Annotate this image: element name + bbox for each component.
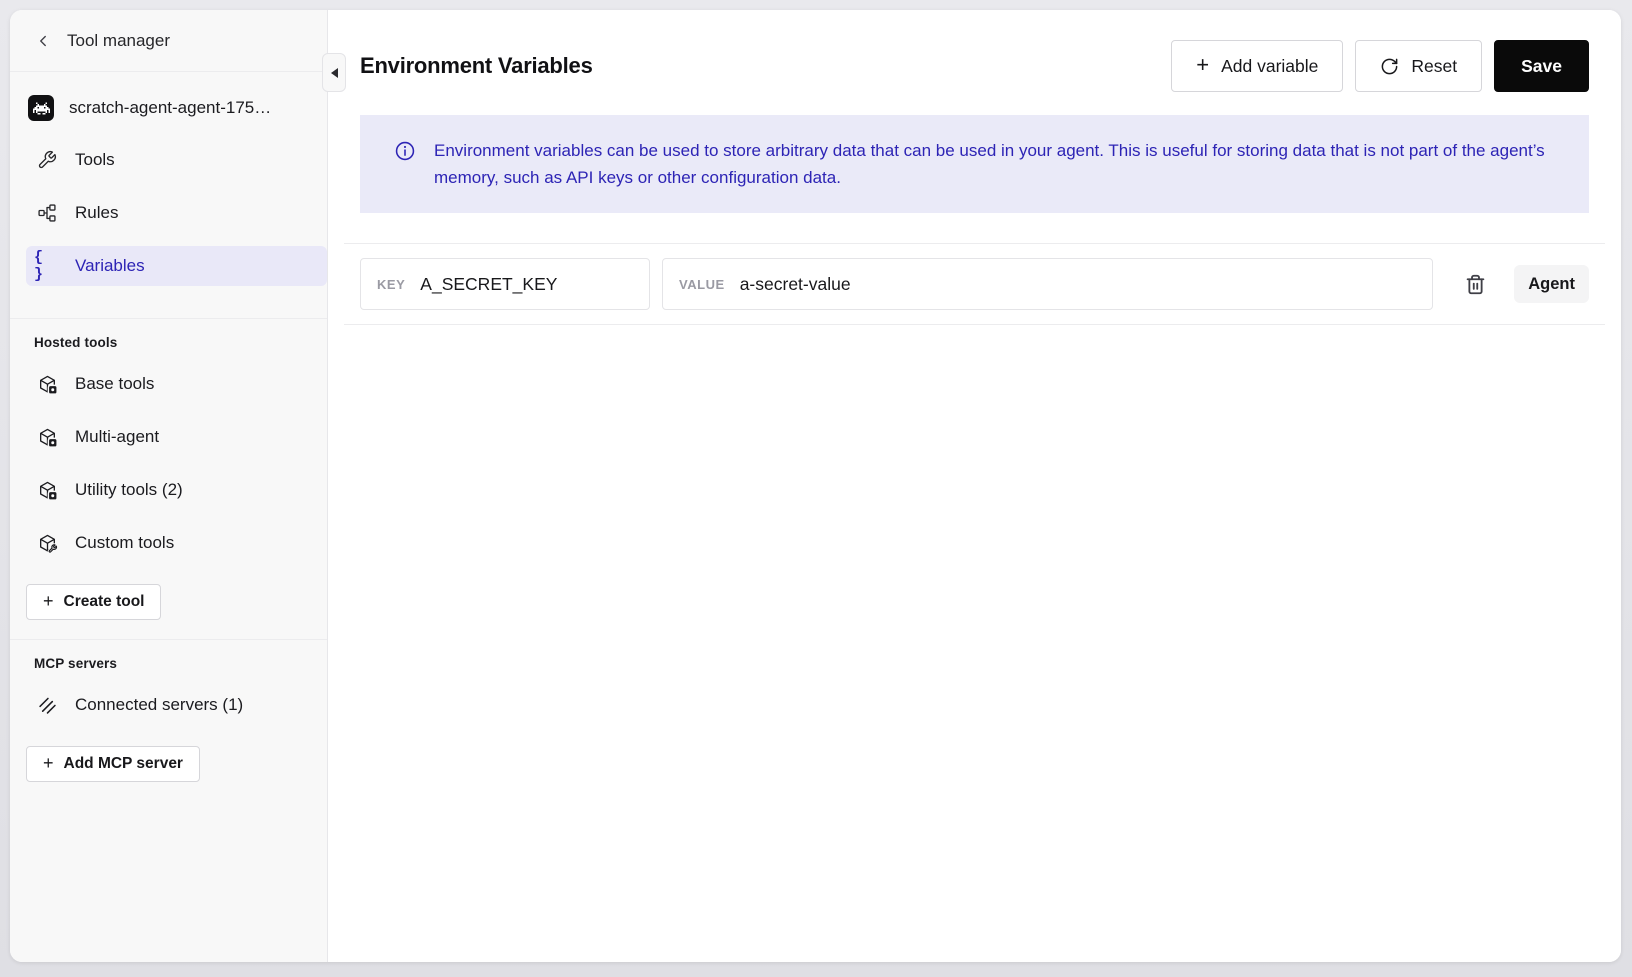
add-variable-button[interactable]: + Add variable xyxy=(1171,40,1343,92)
reset-label: Reset xyxy=(1411,56,1457,77)
main-panel: Environment Variables + Add variable Res… xyxy=(328,10,1621,962)
mcp-servers-title: MCP servers xyxy=(34,656,327,671)
create-tool-label: Create tool xyxy=(64,593,145,611)
scope-badge: Agent xyxy=(1514,265,1589,303)
sidebar-item-base-tools[interactable]: Base tools xyxy=(26,364,327,404)
agent-name: scratch-agent-agent-175… xyxy=(69,98,271,118)
sidebar-item-connected-servers[interactable]: Connected servers (1) xyxy=(26,685,327,725)
sidebar-header[interactable]: Tool manager xyxy=(10,10,327,72)
wrench-icon xyxy=(34,150,60,170)
cube-badge-icon xyxy=(34,480,60,501)
info-banner-text: Environment variables can be used to sto… xyxy=(434,137,1555,191)
mcp-icon xyxy=(34,695,60,716)
nav-label: Variables xyxy=(75,256,145,276)
plus-icon: + xyxy=(1196,54,1209,76)
plus-icon: + xyxy=(43,754,54,772)
pixel-robot-icon xyxy=(33,102,50,115)
sidebar-item-agent[interactable]: scratch-agent-agent-175… xyxy=(26,86,327,130)
add-mcp-server-label: Add MCP server xyxy=(64,755,183,773)
nav-label: Connected servers (1) xyxy=(75,695,243,715)
cube-badge-icon xyxy=(34,374,60,395)
sidebar: Tool manager scratch-agent-agent-175… To… xyxy=(10,10,328,962)
braces-icon: { } xyxy=(34,249,60,283)
save-button[interactable]: Save xyxy=(1494,40,1589,92)
mcp-servers-section: MCP servers Connected servers (1) + Add … xyxy=(10,639,327,782)
variable-value-input[interactable] xyxy=(740,274,1417,295)
variable-key-field[interactable]: KEY xyxy=(360,258,650,310)
collapse-arrow-icon xyxy=(331,68,338,78)
key-label: KEY xyxy=(377,277,405,292)
create-tool-button[interactable]: + Create tool xyxy=(26,584,161,620)
delete-variable-button[interactable] xyxy=(1465,274,1486,295)
nav-label: Tools xyxy=(75,150,115,170)
rules-flow-icon xyxy=(34,203,60,223)
reset-button[interactable]: Reset xyxy=(1355,40,1482,92)
info-banner: Environment variables can be used to sto… xyxy=(360,115,1589,213)
add-mcp-server-button[interactable]: + Add MCP server xyxy=(26,746,200,782)
page-title: Environment Variables xyxy=(360,53,593,79)
app-window: Tool manager scratch-agent-agent-175… To… xyxy=(10,10,1621,962)
sidebar-nav: scratch-agent-agent-175… Tools Rules { }… xyxy=(10,72,327,299)
variables-list: KEY VALUE Agent xyxy=(344,243,1605,325)
add-variable-label: Add variable xyxy=(1221,56,1318,77)
hosted-tools-section: Hosted tools Base tools Multi-agent Util… xyxy=(10,318,327,639)
nav-label: Rules xyxy=(75,203,118,223)
hosted-tools-title: Hosted tools xyxy=(34,335,327,350)
agent-avatar xyxy=(28,95,54,121)
nav-label: Utility tools (2) xyxy=(75,480,183,500)
variable-value-field[interactable]: VALUE xyxy=(662,258,1433,310)
header-actions: + Add variable Reset Save xyxy=(1171,40,1589,92)
main-header: Environment Variables + Add variable Res… xyxy=(360,40,1589,92)
trash-icon xyxy=(1465,274,1486,295)
sidebar-title: Tool manager xyxy=(67,31,170,51)
variable-row: KEY VALUE Agent xyxy=(344,244,1605,325)
sidebar-collapse-button[interactable] xyxy=(322,53,346,92)
sidebar-item-tools[interactable]: Tools xyxy=(26,140,327,180)
nav-label: Custom tools xyxy=(75,533,174,553)
cube-wrench-icon xyxy=(34,533,60,554)
sidebar-item-custom-tools[interactable]: Custom tools xyxy=(26,523,327,563)
nav-label: Multi-agent xyxy=(75,427,159,447)
reset-icon xyxy=(1380,57,1399,76)
variable-key-input[interactable] xyxy=(420,274,633,295)
back-chevron-icon[interactable] xyxy=(34,32,52,50)
value-label: VALUE xyxy=(679,277,725,292)
cube-badge-icon xyxy=(34,427,60,448)
sidebar-item-rules[interactable]: Rules xyxy=(26,193,327,233)
sidebar-item-variables[interactable]: { } Variables xyxy=(26,246,327,286)
sidebar-item-multi-agent[interactable]: Multi-agent xyxy=(26,417,327,457)
plus-icon: + xyxy=(43,592,54,610)
nav-label: Base tools xyxy=(75,374,154,394)
save-label: Save xyxy=(1521,56,1562,77)
info-icon xyxy=(394,140,416,170)
sidebar-item-utility-tools[interactable]: Utility tools (2) xyxy=(26,470,327,510)
